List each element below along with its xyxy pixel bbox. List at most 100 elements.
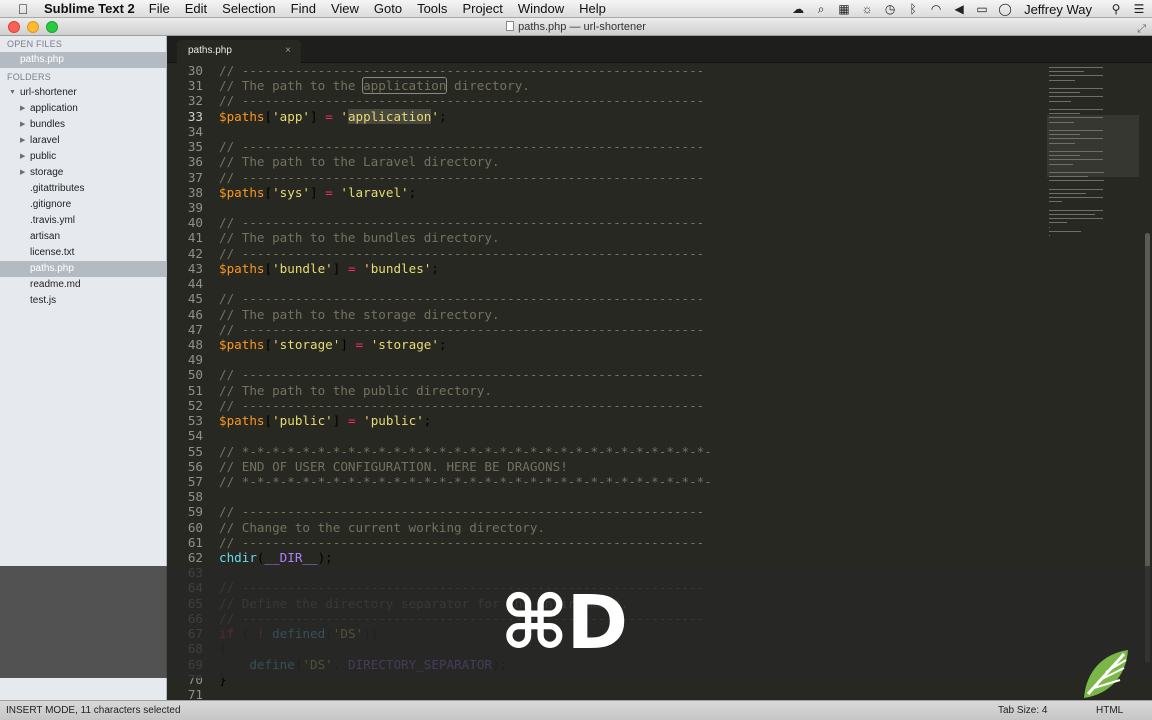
disclosure-closed-icon[interactable]: ▶ bbox=[20, 149, 25, 165]
line-text: // The path to the storage directory. bbox=[219, 306, 500, 322]
file-item[interactable]: .gitattributes bbox=[0, 181, 166, 197]
code-line[interactable]: 44 bbox=[167, 276, 219, 291]
folder-item[interactable]: ▶ storage bbox=[0, 165, 166, 181]
code-line[interactable]: 45 // -----------------------------------… bbox=[167, 291, 704, 306]
menu-project[interactable]: Project bbox=[462, 1, 502, 16]
line-number: 42 bbox=[187, 245, 203, 261]
search-icon[interactable]: ⌕ bbox=[814, 2, 828, 17]
spotlight-icon[interactable]: ⚲ bbox=[1109, 2, 1123, 16]
folder-root[interactable]: ▼ url-shortener bbox=[0, 85, 166, 101]
wifi-icon[interactable]: ◠ bbox=[929, 2, 943, 16]
folder-item[interactable]: ▶ application bbox=[0, 101, 166, 117]
disclosure-open-icon[interactable]: ▼ bbox=[9, 85, 16, 101]
window-title-bar: paths.php — url-shortener ⤢ bbox=[0, 18, 1152, 36]
file-item-selected[interactable]: paths.php bbox=[0, 261, 166, 277]
line-text: // *-*-*-*-*-*-*-*-*-*-*-*-*-*-*-*-*-*-*… bbox=[219, 443, 712, 459]
line-number: 32 bbox=[187, 93, 203, 109]
code-line[interactable]: 48 $paths['storage'] = 'storage'; bbox=[167, 337, 447, 352]
code-line[interactable]: 53 $paths['public'] = 'public'; bbox=[167, 413, 432, 428]
line-number: 47 bbox=[187, 321, 203, 337]
code-line[interactable]: 52 // -----------------------------------… bbox=[167, 398, 704, 413]
minimap-viewport[interactable] bbox=[1047, 115, 1139, 177]
menu-view[interactable]: View bbox=[331, 1, 359, 16]
file-item[interactable]: readme.md bbox=[0, 277, 166, 293]
apple-icon[interactable]:  bbox=[14, 1, 32, 17]
menu-file[interactable]: File bbox=[149, 1, 170, 16]
code-line[interactable]: 43 $paths['bundle'] = 'bundles'; bbox=[167, 261, 439, 276]
code-line[interactable]: 39 bbox=[167, 200, 219, 215]
code-line[interactable]: 71 bbox=[167, 687, 219, 700]
disclosure-closed-icon[interactable]: ▶ bbox=[20, 165, 25, 181]
disclosure-closed-icon[interactable]: ▶ bbox=[20, 101, 25, 117]
file-item[interactable]: .gitignore bbox=[0, 197, 166, 213]
code-line[interactable]: 42 // -----------------------------------… bbox=[167, 246, 704, 261]
menu-edit[interactable]: Edit bbox=[185, 1, 207, 16]
folder-item[interactable]: ▶ bundles bbox=[0, 117, 166, 133]
code-line[interactable]: 57 // *-*-*-*-*-*-*-*-*-*-*-*-*-*-*-*-*-*… bbox=[167, 474, 712, 489]
code-line[interactable]: 61 // -----------------------------------… bbox=[167, 535, 704, 550]
minimap-line bbox=[1049, 209, 1104, 211]
window-controls bbox=[8, 21, 58, 33]
zoom-window-button[interactable] bbox=[46, 21, 58, 33]
syntax-indicator[interactable]: HTML bbox=[1096, 701, 1123, 720]
battery-icon[interactable]: ▭ bbox=[975, 2, 989, 16]
tab-paths-php[interactable]: paths.php × bbox=[177, 40, 301, 63]
sun-icon[interactable]: ☼ bbox=[860, 2, 874, 16]
code-line[interactable]: 40 // -----------------------------------… bbox=[167, 215, 704, 230]
folder-item[interactable]: ▶ laravel bbox=[0, 133, 166, 149]
file-item[interactable]: artisan bbox=[0, 229, 166, 245]
code-line[interactable]: 38 $paths['sys'] = 'laravel'; bbox=[167, 185, 416, 200]
code-line[interactable]: 34 bbox=[167, 124, 219, 139]
cloud-icon[interactable]: ☁ bbox=[791, 2, 805, 16]
open-file-item[interactable]: paths.php bbox=[0, 52, 166, 68]
code-line[interactable]: 62 chdir(__DIR__); bbox=[167, 550, 333, 565]
menu-app-name[interactable]: Sublime Text 2 bbox=[44, 1, 135, 16]
file-item[interactable]: .travis.yml bbox=[0, 213, 166, 229]
close-window-button[interactable] bbox=[8, 21, 20, 33]
code-line[interactable]: 49 bbox=[167, 352, 219, 367]
code-line[interactable]: 59 // -----------------------------------… bbox=[167, 504, 704, 519]
code-line[interactable]: 51 // The path to the public directory. bbox=[167, 383, 492, 398]
file-label: readme.md bbox=[30, 279, 81, 290]
volume-icon[interactable]: ◀ bbox=[952, 2, 966, 16]
code-line[interactable]: 41 // The path to the bundles directory. bbox=[167, 230, 500, 245]
file-item[interactable]: license.txt bbox=[0, 245, 166, 261]
code-line[interactable]: 50 // -----------------------------------… bbox=[167, 367, 704, 382]
tab-size-indicator[interactable]: Tab Size: 4 bbox=[998, 701, 1047, 720]
clock-icon[interactable]: ◷ bbox=[883, 2, 897, 16]
file-label: paths.php bbox=[30, 263, 74, 274]
code-line[interactable]: 47 // -----------------------------------… bbox=[167, 322, 704, 337]
file-item[interactable]: test.js bbox=[0, 293, 166, 309]
list-icon[interactable]: ☰ bbox=[1132, 2, 1146, 16]
code-line[interactable]: 31 // The path to the application directo… bbox=[167, 77, 530, 95]
folder-item[interactable]: ▶ public bbox=[0, 149, 166, 165]
menu-selection[interactable]: Selection bbox=[222, 1, 275, 16]
menubar-user[interactable]: Jeffrey Way bbox=[1024, 2, 1092, 17]
menu-tools[interactable]: Tools bbox=[417, 1, 447, 16]
menu-goto[interactable]: Goto bbox=[374, 1, 402, 16]
code-line[interactable]: 58 bbox=[167, 489, 219, 504]
menu-help[interactable]: Help bbox=[579, 1, 606, 16]
code-line[interactable]: 54 bbox=[167, 428, 219, 443]
code-line[interactable]: 55 // *-*-*-*-*-*-*-*-*-*-*-*-*-*-*-*-*-*… bbox=[167, 444, 712, 459]
user-icon[interactable]: ◯ bbox=[998, 2, 1012, 16]
minimize-window-button[interactable] bbox=[27, 21, 39, 33]
code-line[interactable]: 60 // Change to the current working direc… bbox=[167, 520, 545, 535]
minimap-line bbox=[1049, 130, 1104, 131]
code-line[interactable]: 37 // -----------------------------------… bbox=[167, 170, 704, 185]
code-line[interactable]: 32 // -----------------------------------… bbox=[167, 93, 704, 108]
disclosure-closed-icon[interactable]: ▶ bbox=[20, 133, 25, 149]
grid-icon[interactable]: ▦ bbox=[837, 2, 851, 16]
code-line[interactable]: 56 // END OF USER CONFIGURATION. HERE BE … bbox=[167, 459, 568, 474]
tab-close-icon[interactable]: × bbox=[285, 40, 291, 62]
disclosure-closed-icon[interactable]: ▶ bbox=[20, 117, 25, 133]
line-text: // Change to the current working directo… bbox=[219, 519, 546, 535]
code-line[interactable]: 36 // The path to the Laravel directory. bbox=[167, 154, 500, 169]
menu-find[interactable]: Find bbox=[291, 1, 316, 16]
code-line[interactable]: 35 // -----------------------------------… bbox=[167, 139, 704, 154]
code-line[interactable]: 33 $paths['app'] = 'application'; bbox=[167, 108, 447, 124]
code-line[interactable]: 46 // The path to the storage directory. bbox=[167, 307, 500, 322]
menu-window[interactable]: Window bbox=[518, 1, 564, 16]
bluetooth-icon[interactable]: ᛒ bbox=[906, 2, 920, 16]
code-line[interactable]: 30 // -----------------------------------… bbox=[167, 63, 704, 78]
